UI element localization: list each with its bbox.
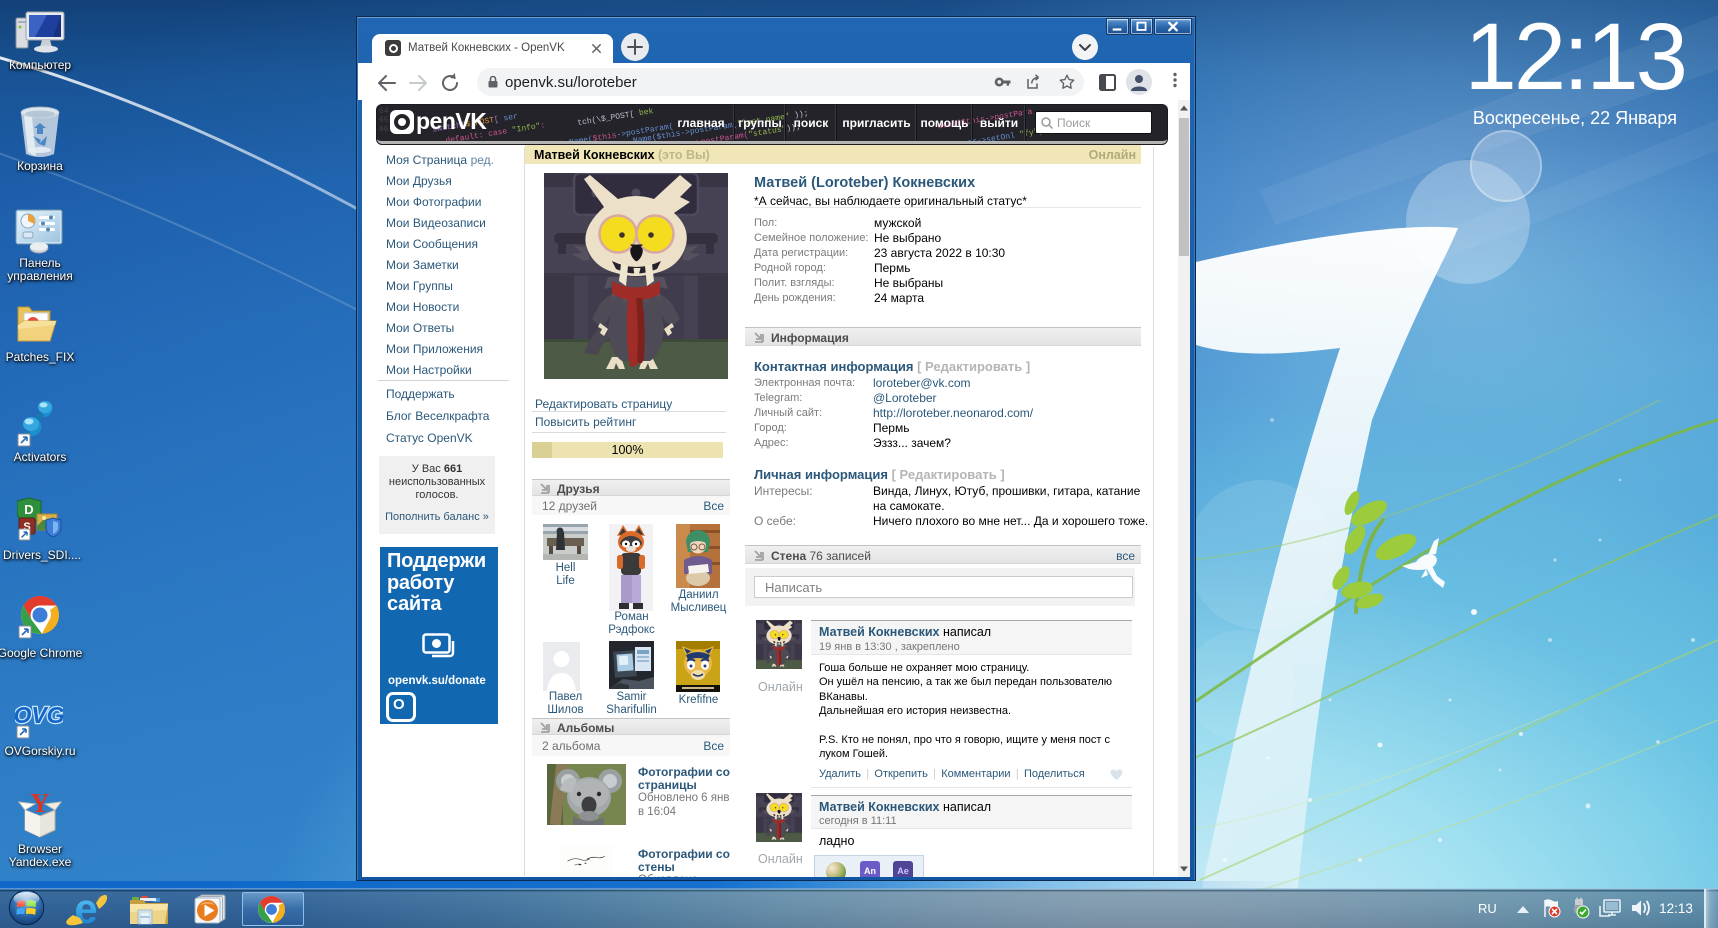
svg-text:OVG: OVG [15,702,63,728]
svg-text:D: D [24,502,33,517]
svg-text:Y: Y [30,790,50,818]
